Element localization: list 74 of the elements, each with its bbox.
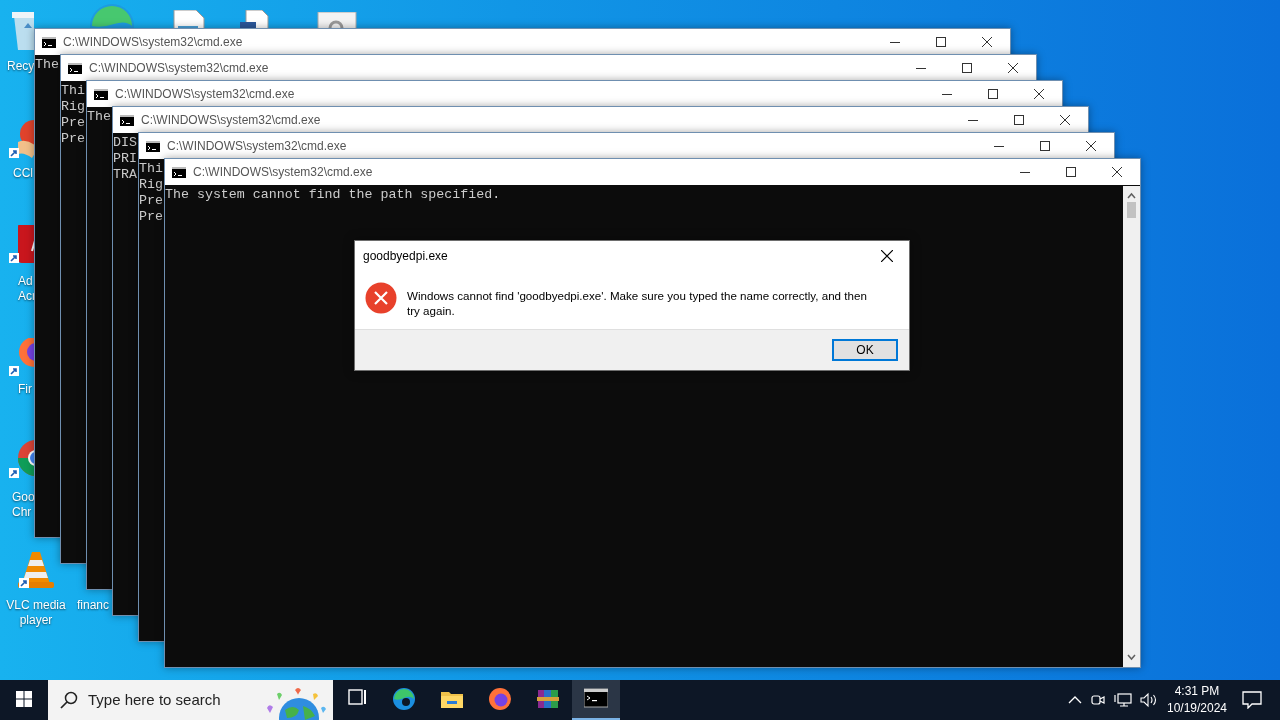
icon-label: Fir <box>18 382 32 397</box>
console-text: Pre <box>61 115 85 131</box>
close-icon[interactable] <box>1034 89 1044 99</box>
console-text: The <box>35 57 59 73</box>
window-title: C:\WINDOWS\system32\cmd.exe <box>115 86 295 103</box>
icon-label: CCl <box>13 166 33 181</box>
maximize-icon[interactable] <box>1040 141 1050 151</box>
console-text: DIS <box>113 135 137 151</box>
search-bar[interactable]: Type here to search <box>48 680 333 720</box>
console-text: Pre <box>139 209 163 225</box>
volume-icon[interactable] <box>1140 692 1158 708</box>
icon-label: Chr <box>12 505 32 520</box>
close-icon[interactable] <box>881 250 893 262</box>
close-icon[interactable] <box>1060 115 1070 125</box>
maximize-icon[interactable] <box>1066 167 1076 177</box>
icon-label: Recy <box>7 59 35 74</box>
terminal-icon <box>42 36 56 48</box>
terminal-icon[interactable] <box>584 687 608 711</box>
window-title: C:\WINDOWS\system32\cmd.exe <box>141 112 321 129</box>
console-text: Thi <box>139 161 163 177</box>
window-title: C:\WINDOWS\system32\cmd.exe <box>89 60 269 77</box>
scroll-thumb[interactable] <box>1127 202 1136 218</box>
scroll-down-icon[interactable] <box>1127 653 1136 661</box>
console-text: Rig <box>61 99 85 115</box>
document-icon[interactable] <box>170 10 206 28</box>
ok-button[interactable]: OK <box>832 339 898 361</box>
camera-icon[interactable] <box>1090 692 1106 708</box>
word-document-icon[interactable] <box>238 10 270 28</box>
icon-label: VLC media <box>5 598 67 613</box>
traffic-cone-icon[interactable] <box>18 550 54 588</box>
window-title: C:\WINDOWS\system32\cmd.exe <box>167 138 347 155</box>
dialog-title: goodbyedpi.exe <box>363 248 448 265</box>
console-text: The <box>87 109 111 125</box>
console-text: PRI <box>113 151 137 167</box>
start-icon[interactable] <box>16 691 32 707</box>
notification-icon[interactable] <box>1242 691 1262 709</box>
icon-label: financ <box>77 598 110 613</box>
console-text: Pre <box>61 131 85 147</box>
window-title: C:\WINDOWS\system32\cmd.exe <box>63 34 243 51</box>
icon-label: player <box>18 613 54 628</box>
search-input[interactable]: Type here to search <box>88 688 258 712</box>
terminal-icon <box>172 166 186 178</box>
terminal-icon <box>68 62 82 74</box>
network-icon[interactable] <box>1114 692 1132 708</box>
console-text: Pre <box>139 193 163 209</box>
maximize-icon[interactable] <box>936 37 946 47</box>
icon-label: Acr <box>18 289 36 304</box>
console-text: Rig <box>139 177 163 193</box>
icon-label: Ad <box>18 274 33 289</box>
maximize-icon[interactable] <box>962 63 972 73</box>
search-icon <box>60 691 78 709</box>
console-text: TRA <box>113 167 137 183</box>
firefox-icon[interactable] <box>488 687 512 711</box>
edge-icon[interactable] <box>392 687 416 711</box>
terminal-icon <box>120 114 134 126</box>
clock-date[interactable]: 10/19/2024 <box>1164 700 1230 717</box>
console-text: Thi <box>61 83 85 99</box>
close-icon[interactable] <box>1086 141 1096 151</box>
error-icon <box>365 282 397 314</box>
scrollbar[interactable] <box>1123 186 1140 667</box>
clock-time[interactable]: 4:31 PM <box>1164 683 1230 700</box>
close-icon[interactable] <box>1008 63 1018 73</box>
terminal-icon <box>146 140 160 152</box>
console-text: The system cannot find the path specified. <box>165 187 501 203</box>
close-icon[interactable] <box>982 37 992 47</box>
books-icon[interactable] <box>536 687 560 711</box>
scroll-up-icon[interactable] <box>1127 192 1136 200</box>
error-message: Windows cannot find 'goodbyedpi.exe'. Make sure you typed the name correctly, and then try again. <box>407 288 868 318</box>
window-title: C:\WINDOWS\system32\cmd.exe <box>193 164 373 181</box>
close-icon[interactable] <box>1112 167 1122 177</box>
icon-label: Goo <box>12 490 35 505</box>
maximize-icon[interactable] <box>1014 115 1024 125</box>
maximize-icon[interactable] <box>988 89 998 99</box>
terminal-icon <box>94 88 108 100</box>
